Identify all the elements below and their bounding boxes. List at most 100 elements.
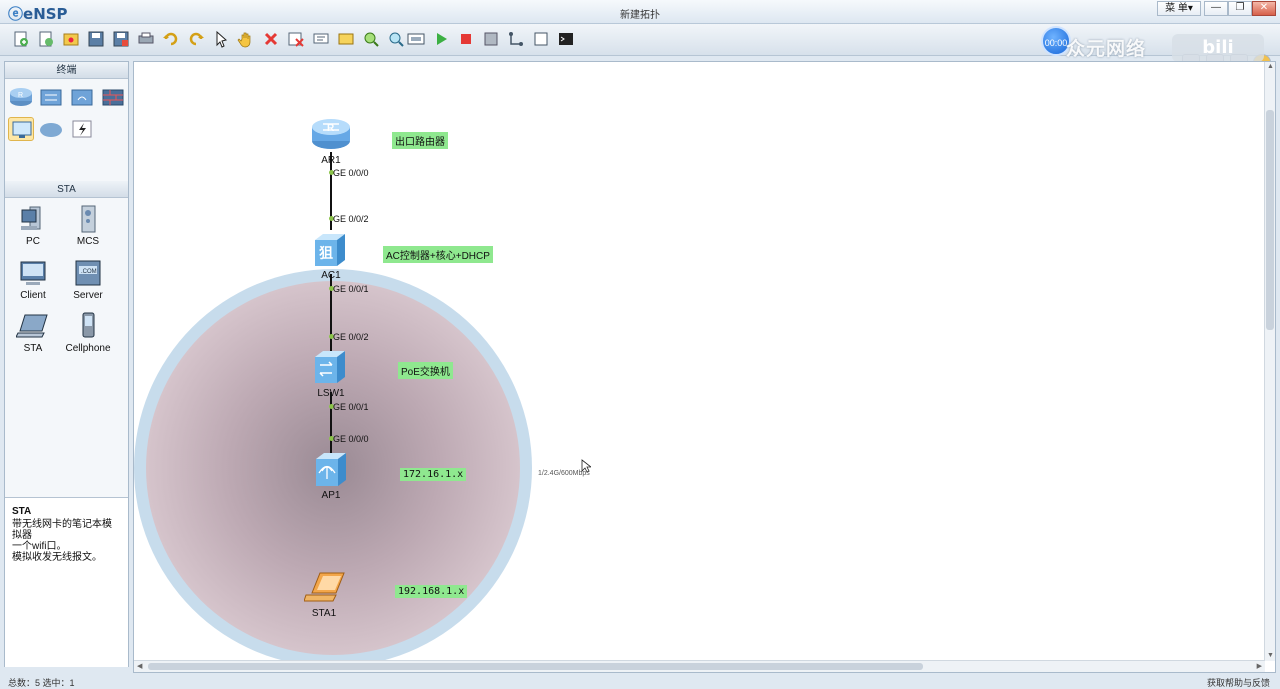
switch-category-icon[interactable]: [38, 85, 64, 109]
undo-icon[interactable]: [162, 30, 180, 48]
svg-text:R: R: [18, 92, 23, 99]
topology-canvas[interactable]: GE 0/0/0 GE 0/0/2 GE 0/0/1 GE 0/0/2 GE 0…: [133, 61, 1276, 673]
svg-text:.COM: .COM: [81, 269, 97, 275]
ap-icon: [316, 453, 346, 486]
new-example-icon[interactable]: [37, 30, 55, 48]
server-icon: .COM: [75, 260, 101, 286]
router-icon: R: [312, 119, 350, 149]
fit-icon[interactable]: [407, 30, 425, 48]
device-mcs[interactable]: MCS: [60, 204, 116, 247]
screen-icon[interactable]: [532, 30, 550, 48]
scroll-down-icon[interactable]: ▼: [1267, 652, 1274, 659]
status-bar: 总数：5 选中：1 获取帮助与反馈: [0, 675, 1280, 689]
port-label: GE 0/0/0: [333, 434, 369, 444]
device-sta1-label: STA1: [311, 608, 337, 619]
device-sta[interactable]: STA: [5, 311, 61, 354]
device-ap1-label: AP1: [321, 490, 341, 501]
sta-icon: [16, 314, 48, 338]
cli-icon[interactable]: [557, 30, 575, 48]
port-label: GE 0/0/1: [333, 402, 369, 412]
note-poe-switch[interactable]: PoE交换机: [398, 362, 453, 379]
link-category-icon[interactable]: [69, 117, 95, 141]
link-lsw1-ap1[interactable]: [330, 392, 332, 454]
device-ac1[interactable]: 狙: [311, 232, 349, 271]
device-client-label: Client: [20, 290, 46, 301]
horizontal-scroll-thumb[interactable]: [148, 663, 923, 670]
zoom-out-icon[interactable]: [387, 30, 405, 48]
topology-icon[interactable]: [507, 30, 525, 48]
firewall-category-icon[interactable]: [100, 85, 126, 109]
save-icon[interactable]: [87, 30, 105, 48]
port-label: GE 0/0/2: [333, 214, 369, 224]
description-line: 带无线网卡的笔记本模: [12, 519, 112, 530]
device-cellphone[interactable]: Cellphone: [60, 311, 116, 354]
note-sta-subnet[interactable]: 192.168.1.x: [395, 585, 468, 598]
device-sta-label: STA: [23, 343, 43, 354]
minimize-button[interactable]: —: [1204, 1, 1228, 16]
description-line: 拟器: [12, 530, 32, 541]
sta-header[interactable]: STA: [5, 181, 128, 198]
device-description: STA 带无线网卡的笔记本模 拟器 一个wifi口。 模拟收发无线报文。: [5, 497, 128, 667]
port-label: GE 0/0/2: [333, 332, 369, 342]
new-topology-icon[interactable]: [12, 30, 30, 48]
device-ar1[interactable]: R: [310, 114, 352, 155]
vertical-scrollbar[interactable]: ▲ ▼: [1264, 62, 1275, 661]
description-line: 一个wifi口。: [12, 541, 67, 552]
save-as-icon[interactable]: [112, 30, 130, 48]
text-icon[interactable]: [312, 30, 330, 48]
device-lsw1-label: LSW1: [317, 388, 345, 399]
select-icon[interactable]: [212, 30, 230, 48]
ac-icon: 狙: [315, 234, 345, 266]
delete-link-icon[interactable]: [287, 30, 305, 48]
palette-icon[interactable]: [337, 30, 355, 48]
mcs-icon: [81, 205, 96, 233]
device-ap1[interactable]: [312, 451, 350, 492]
device-sta1[interactable]: [303, 571, 350, 608]
router-category-icon[interactable]: R: [8, 85, 34, 109]
delete-icon[interactable]: [262, 30, 280, 48]
device-server[interactable]: .COM Server: [60, 258, 116, 301]
redo-icon[interactable]: [187, 30, 205, 48]
device-ac1-label: AC1: [321, 270, 341, 281]
zoom-in-icon[interactable]: [362, 30, 380, 48]
horizontal-scrollbar[interactable]: ◀ ▶: [134, 660, 1265, 672]
svg-text:狙: 狙: [319, 245, 333, 261]
scroll-right-icon[interactable]: ▶: [1257, 662, 1262, 670]
stop-icon[interactable]: [457, 30, 475, 48]
scroll-left-icon[interactable]: ◀: [137, 662, 142, 670]
window-title: 新建拓扑: [620, 10, 660, 21]
help-feedback-link[interactable]: 获取帮助与反馈: [1207, 676, 1270, 689]
device-client[interactable]: Client: [5, 258, 61, 301]
menu-button[interactable]: 菜 单▾: [1157, 1, 1201, 16]
device-panel: 终端 R STA PC MCS Client .COM Server STA C…: [4, 61, 129, 667]
wlan-category-icon[interactable]: [69, 85, 95, 109]
device-lsw1[interactable]: [311, 349, 349, 388]
note-ap-subnet[interactable]: 172.16.1.x: [400, 468, 467, 481]
start-icon[interactable]: [432, 30, 450, 48]
client-icon: [20, 261, 46, 285]
close-button[interactable]: ✕: [1252, 1, 1276, 16]
print-icon[interactable]: [137, 30, 155, 48]
device-pc[interactable]: PC: [5, 204, 61, 247]
hand-icon[interactable]: [237, 30, 255, 48]
watermark-text: 众元网络: [1066, 39, 1147, 60]
status-count: 总数：5 选中：1: [8, 678, 75, 688]
cloud-category-icon[interactable]: [38, 117, 64, 141]
vertical-scroll-thumb[interactable]: [1266, 110, 1274, 330]
terminal-category-icon[interactable]: [8, 117, 34, 141]
device-pc-label: PC: [26, 236, 40, 247]
svg-text:R: R: [327, 123, 335, 134]
description-line: 模拟收发无线报文。: [12, 552, 102, 563]
device-mcs-label: MCS: [76, 236, 100, 247]
capture-icon[interactable]: [482, 30, 500, 48]
bilibili-logo: bili: [1172, 34, 1264, 62]
note-ac-controller[interactable]: AC控制器+核心+DHCP: [383, 246, 493, 263]
terminal-header[interactable]: 终端: [5, 62, 128, 79]
restore-button[interactable]: ❐: [1228, 1, 1252, 16]
scroll-up-icon[interactable]: ▲: [1267, 63, 1274, 70]
laptop-icon: [303, 572, 345, 602]
cellphone-icon: [82, 312, 95, 338]
note-egress-router[interactable]: 出口路由器: [392, 132, 448, 149]
open-icon[interactable]: [62, 30, 80, 48]
mouse-cursor-icon: [581, 459, 593, 476]
